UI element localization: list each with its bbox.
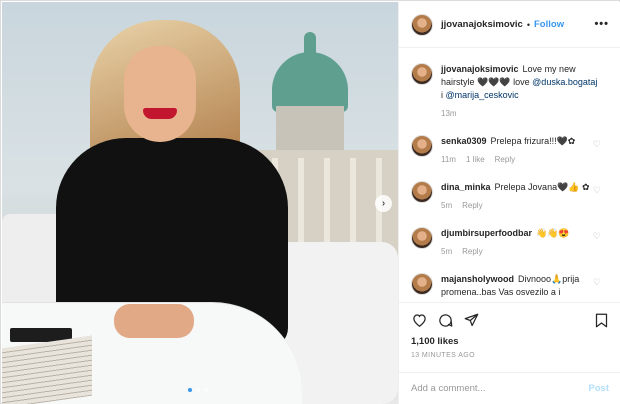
post-actions: 1,100 likes 13 MINUTES AGO xyxy=(399,302,620,372)
comment-username[interactable]: djumbirsuperfoodbar xyxy=(441,228,532,238)
more-options-icon[interactable]: ••• xyxy=(594,18,609,30)
bookmark-icon[interactable] xyxy=(593,312,609,328)
carousel-next-button[interactable]: › xyxy=(375,195,392,212)
header-username[interactable]: jjovanajoksimovic xyxy=(441,19,523,30)
comment-icon[interactable] xyxy=(437,312,453,328)
comment-time: 11m xyxy=(441,155,456,164)
comment-time: 5m xyxy=(441,247,453,256)
carousel-dot xyxy=(196,388,200,392)
comment-username[interactable]: dina_minka xyxy=(441,182,491,192)
comment-username[interactable]: majansholywood xyxy=(441,274,514,284)
comment-text: 👋👋😍 xyxy=(536,228,570,238)
mention-link[interactable]: @duska.bogataj xyxy=(532,77,597,87)
post-comment-button[interactable]: Post xyxy=(588,383,609,394)
heart-icon[interactable]: ♡ xyxy=(593,231,601,242)
separator-dot: • xyxy=(526,19,530,30)
reply-button[interactable]: Reply xyxy=(495,153,515,166)
post-side-panel: jjovanajoksimovic • Follow ••• jjovanajo… xyxy=(398,2,620,404)
caption-username[interactable]: jjovanajoksimovic xyxy=(441,64,519,74)
heart-icon[interactable] xyxy=(411,312,427,328)
post-timestamp: 13 MINUTES AGO xyxy=(411,352,475,359)
heart-icon[interactable]: ♡ xyxy=(593,277,601,288)
comment-text: Prelepa frizura!!!🖤✿ xyxy=(490,136,576,146)
comment-item: dina_minka Prelepa Jovana🖤👍 ✿ 5m Reply ♡ xyxy=(411,181,617,212)
post-header: jjovanajoksimovic • Follow ••• xyxy=(399,2,620,48)
carousel-dot xyxy=(188,388,192,392)
person-face xyxy=(124,46,196,142)
share-icon[interactable] xyxy=(463,312,479,328)
caption-joiner: i xyxy=(441,90,443,100)
comment-likes[interactable]: 1 like xyxy=(466,153,485,166)
newspapers xyxy=(2,335,92,404)
carousel-dots xyxy=(188,388,208,392)
comment-input[interactable]: Add a comment... xyxy=(411,383,485,394)
caption-time: 13m xyxy=(441,109,457,118)
comments-list[interactable]: jjovanajoksimovic Love my new hairstyle 🖤… xyxy=(399,49,620,302)
heart-icon[interactable]: ♡ xyxy=(593,139,601,150)
post-dialog: › jjovanajoksimovic • Follow ••• jjovana… xyxy=(0,0,620,404)
avatar[interactable] xyxy=(411,13,433,36)
carousel-dot xyxy=(204,388,208,392)
avatar[interactable] xyxy=(411,63,433,85)
follow-button[interactable]: Follow xyxy=(534,19,564,30)
caption: jjovanajoksimovic Love my new hairstyle 🖤… xyxy=(411,63,617,120)
avatar[interactable] xyxy=(411,135,433,157)
comment-item: djumbirsuperfoodbar 👋👋😍 5m Reply ♡ xyxy=(411,227,617,258)
reply-button[interactable]: Reply xyxy=(462,245,482,258)
post-photo[interactable]: › xyxy=(2,2,398,404)
comment-time: 5m xyxy=(441,201,453,210)
likes-count[interactable]: 1,100 likes xyxy=(411,336,459,347)
add-comment-bar: Add a comment... Post xyxy=(399,372,620,404)
comment-item: senka0309 Prelepa frizura!!!🖤✿ 11m 1 like… xyxy=(411,135,617,166)
mention-link[interactable]: @marija_ceskovic xyxy=(446,90,519,100)
person-hands xyxy=(114,304,194,338)
comment-username[interactable]: senka0309 xyxy=(441,136,487,146)
person-lips xyxy=(143,108,177,119)
comment-text: Prelepa Jovana🖤👍 ✿ xyxy=(494,182,590,192)
reply-button[interactable]: Reply xyxy=(462,199,482,212)
avatar[interactable] xyxy=(411,181,433,203)
comment-item: majansholywood Divnooo🙏prija promena..bas… xyxy=(411,273,617,299)
avatar[interactable] xyxy=(411,273,433,295)
heart-icon[interactable]: ♡ xyxy=(593,185,601,196)
avatar[interactable] xyxy=(411,227,433,249)
